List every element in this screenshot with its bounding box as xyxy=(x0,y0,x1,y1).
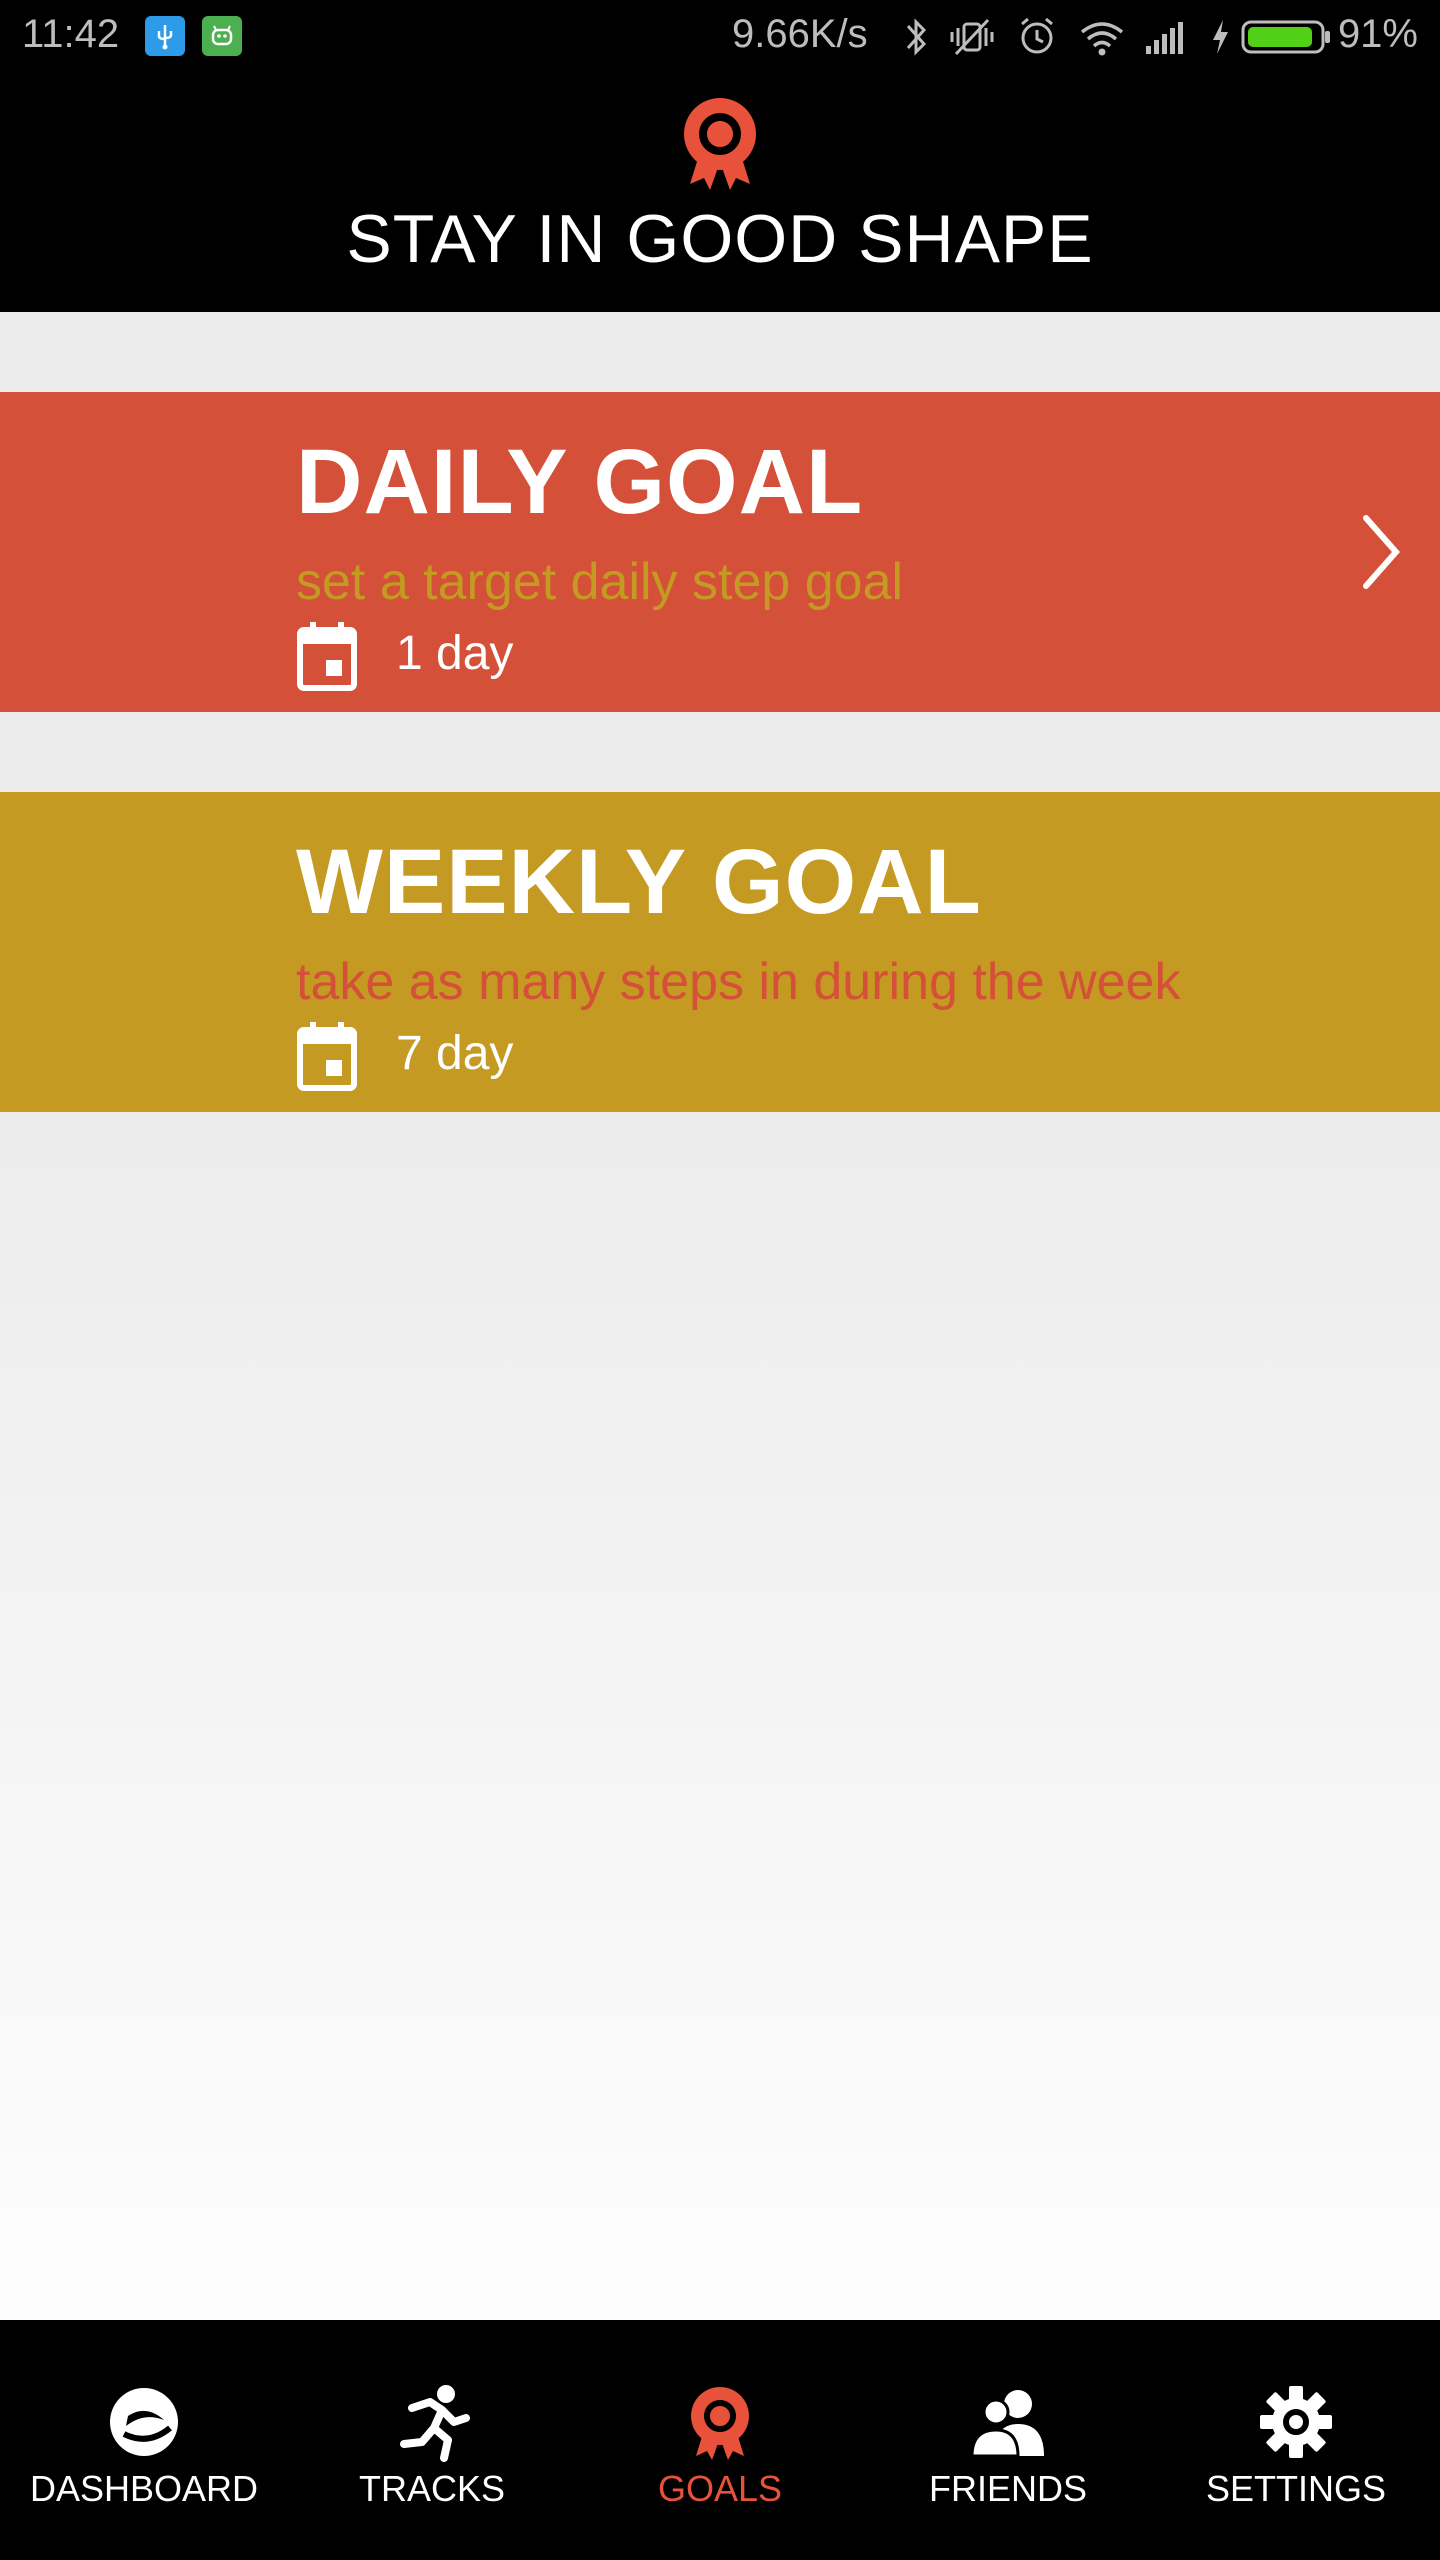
bottom-nav: DASHBOARD TRACKS GOALS FRIENDS SETTINGS xyxy=(0,2320,1440,2560)
nav-label: TRACKS xyxy=(358,2468,506,2509)
page-title: STAY IN GOOD SHAPE xyxy=(346,201,1094,277)
wifi-icon xyxy=(1080,22,1124,56)
gear-icon xyxy=(1260,2386,1332,2458)
goal-duration: 7 day xyxy=(396,1027,514,1080)
nav-item-settings[interactable]: SETTINGS xyxy=(1152,2320,1440,2560)
signal-icon xyxy=(1146,22,1183,54)
status-time: 11:42 xyxy=(22,12,120,56)
ribbon-badge-icon xyxy=(691,2387,749,2460)
goal-title: WEEKLY GOAL xyxy=(296,831,982,933)
alarm-icon xyxy=(1021,17,1053,54)
nav-label: DASHBOARD xyxy=(29,2468,259,2509)
status-bar: 11:42 9.66K/s 91% xyxy=(0,0,1440,76)
goal-description: take as many steps in during the week xyxy=(296,953,1181,1011)
ribbon-badge-icon xyxy=(684,98,756,190)
goal-title: DAILY GOAL xyxy=(296,431,864,533)
network-speed: 9.66K/s xyxy=(732,12,868,56)
charging-icon xyxy=(1213,20,1228,54)
running-icon xyxy=(400,2385,470,2462)
app-header: STAY IN GOOD SHAPE xyxy=(0,76,1440,312)
battery-icon xyxy=(1241,20,1330,54)
bluetooth-icon xyxy=(906,18,927,56)
vibrate-icon xyxy=(950,18,994,56)
android-icon xyxy=(202,16,242,56)
calendar-icon xyxy=(297,1022,357,1091)
usb-icon xyxy=(145,16,185,56)
chevron-right-icon[interactable] xyxy=(1360,512,1402,592)
nav-label: FRIENDS xyxy=(928,2468,1087,2509)
nav-item-dashboard[interactable]: DASHBOARD xyxy=(0,2320,288,2560)
dashboard-icon xyxy=(110,2388,178,2456)
nav-label: SETTINGS xyxy=(1205,2468,1387,2509)
nav-label: GOALS xyxy=(657,2468,783,2509)
nav-item-friends[interactable]: FRIENDS xyxy=(864,2320,1152,2560)
goal-duration: 1 day xyxy=(396,627,514,680)
nav-item-goals[interactable]: GOALS xyxy=(576,2320,864,2560)
nav-item-tracks[interactable]: TRACKS xyxy=(288,2320,576,2560)
calendar-icon xyxy=(297,622,357,691)
daily-goal-card[interactable]: DAILY GOAL set a target daily step goal … xyxy=(0,392,1440,712)
weekly-goal-card[interactable]: WEEKLY GOAL take as many steps in during… xyxy=(0,792,1440,1112)
battery-percent: 91% xyxy=(1337,12,1418,56)
goal-description: set a target daily step goal xyxy=(296,553,904,611)
friends-icon xyxy=(970,2390,1044,2458)
